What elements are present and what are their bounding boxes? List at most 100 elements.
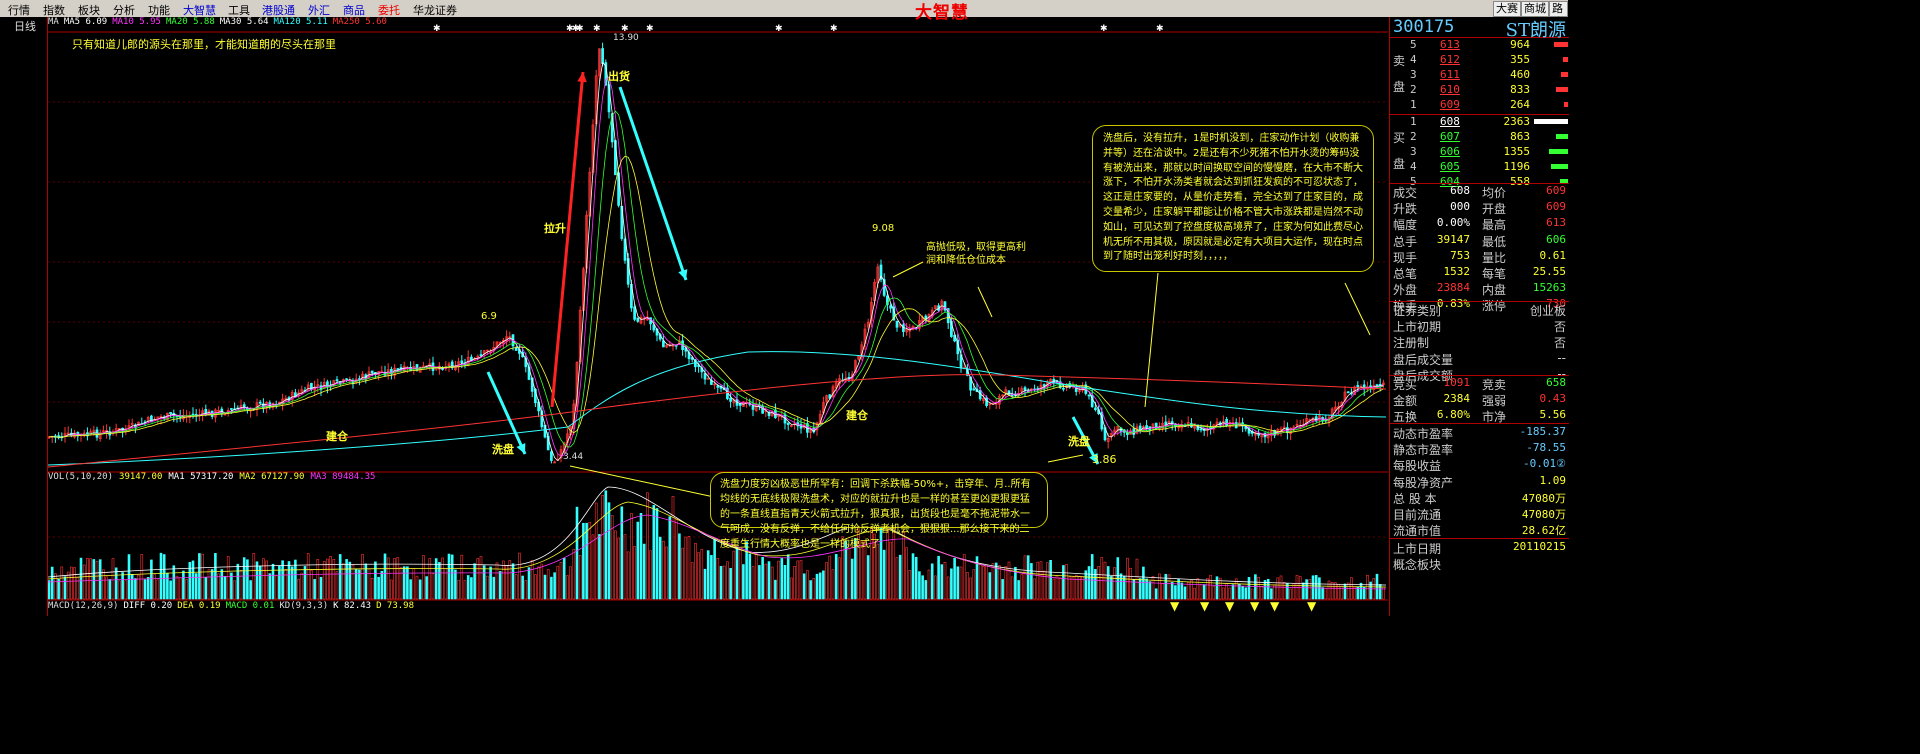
buy-level[interactable]: 2 607 863 xyxy=(1408,130,1569,145)
volume-bar xyxy=(1196,578,1200,600)
level-number: 4 xyxy=(1410,53,1417,66)
sell-level[interactable]: 1 609 264 xyxy=(1408,98,1569,113)
contest-button[interactable]: 大赛 xyxy=(1493,1,1521,17)
menu-item-analysis[interactable]: 分析 xyxy=(113,2,135,18)
callout-line xyxy=(1144,272,1159,408)
volume-bar xyxy=(518,552,521,600)
volume-bar xyxy=(1222,587,1225,600)
volume-bar xyxy=(591,534,595,600)
volume-bar xyxy=(322,561,326,600)
buy-level[interactable]: 4 605 1196 xyxy=(1408,160,1569,175)
menu-item-index[interactable]: 指数 xyxy=(43,2,65,18)
buy-level[interactable]: 3 606 1355 xyxy=(1408,145,1569,160)
level-volume: 355 xyxy=(1510,53,1530,66)
event-marker: ✱ xyxy=(1100,24,1108,34)
menu-item-tools[interactable]: 工具 xyxy=(228,2,250,18)
volume-bar xyxy=(73,567,76,600)
volume-bar xyxy=(1036,561,1040,600)
menu-item-commodity[interactable]: 商品 xyxy=(343,2,365,18)
volume-bar xyxy=(681,547,684,600)
volume-bar xyxy=(834,554,838,600)
menu-item-broker[interactable]: 华龙证券 xyxy=(413,2,457,18)
legend-item: MACD 0.01 xyxy=(225,601,275,611)
volume-bar xyxy=(514,574,518,600)
stat-label: 成交 xyxy=(1393,186,1418,200)
sell-level[interactable]: 5 613 964 xyxy=(1408,38,1569,53)
volume-bar xyxy=(143,579,147,600)
mall-button[interactable]: 商城 xyxy=(1521,1,1549,17)
volume-bar xyxy=(1090,554,1094,600)
volume-bar xyxy=(601,494,604,600)
left-pane xyxy=(0,17,48,616)
menu-item-forex[interactable]: 外汇 xyxy=(308,2,330,18)
level-price: 605 xyxy=(1440,160,1460,173)
volume-bar xyxy=(431,573,435,600)
legend-item: MA20 5.88 xyxy=(165,17,215,27)
volume-bar xyxy=(1190,579,1193,600)
sell-level[interactable]: 2 610 833 xyxy=(1408,83,1569,98)
volume-bar xyxy=(297,578,300,600)
menu-item-function[interactable]: 功能 xyxy=(148,2,170,18)
stat-value: 6.80% xyxy=(1436,408,1470,422)
volume-bar xyxy=(1122,576,1126,600)
volume-bar xyxy=(1001,579,1004,600)
volume-bar xyxy=(383,553,387,600)
volume-bar xyxy=(796,560,800,600)
level-price: 613 xyxy=(1440,38,1460,51)
volume-bar xyxy=(271,563,275,600)
candle-body xyxy=(703,373,707,380)
stat-label: 金额 xyxy=(1393,394,1418,409)
arrow-pull-up xyxy=(550,71,585,408)
menu-item-hk-connect[interactable]: 港股通 xyxy=(262,2,295,18)
stat-row: 注册制 否 xyxy=(1390,334,1569,350)
menu-item-quotes[interactable]: 行情 xyxy=(8,2,30,18)
volume-bar xyxy=(748,553,752,600)
volume-bar xyxy=(866,555,870,600)
buy-level[interactable]: 1 608 2363 xyxy=(1408,115,1569,130)
volume-bar xyxy=(1010,576,1014,600)
level-price: 607 xyxy=(1440,130,1460,143)
volume-bar xyxy=(108,579,112,600)
volume-bar xyxy=(716,557,720,600)
stat-row: 每股净资产 1.09 xyxy=(1390,474,1569,490)
sell-level[interactable]: 4 612 355 xyxy=(1408,53,1569,68)
volume-bar xyxy=(498,571,502,600)
signal-arrow: ▼ xyxy=(1270,599,1280,613)
volume-bar xyxy=(697,552,700,600)
volume-bar xyxy=(774,579,777,600)
period-label[interactable]: 日线 xyxy=(14,18,36,34)
volume-bar xyxy=(207,569,211,600)
level-volume-bar xyxy=(1534,119,1568,124)
volume-bar xyxy=(556,565,560,600)
volume-bar xyxy=(178,577,182,600)
volume-bar xyxy=(1199,584,1203,600)
callout-line xyxy=(1344,282,1371,336)
menu-item-dzh[interactable]: 大智慧 xyxy=(183,2,216,18)
volume-bar xyxy=(594,502,598,600)
volume-bar xyxy=(1212,585,1216,600)
stat-row: 金额 2384 强弱 0.43 xyxy=(1390,392,1569,409)
volume-bar xyxy=(1174,585,1177,600)
volume-bar xyxy=(242,557,246,600)
candle-body xyxy=(729,397,732,402)
volume-bar xyxy=(620,506,624,600)
stat-value: 1532 xyxy=(1443,265,1471,278)
level-volume: 1196 xyxy=(1503,160,1531,173)
volume-bar xyxy=(918,571,921,600)
menu-item-sector[interactable]: 板块 xyxy=(78,2,100,18)
volume-bar xyxy=(1148,581,1152,600)
volume-bar xyxy=(370,577,374,600)
sell-level[interactable]: 3 611 460 xyxy=(1408,68,1569,83)
volume-bar xyxy=(466,575,470,600)
volume-bar xyxy=(598,534,601,600)
roadshow-button[interactable]: 路演 xyxy=(1549,1,1568,29)
volume-bar xyxy=(489,566,492,600)
candle-body xyxy=(335,379,339,381)
volume-bar xyxy=(1276,577,1280,600)
menu-item-trade[interactable]: 委托 xyxy=(378,2,400,18)
volume-bar xyxy=(198,553,201,600)
volume-bar xyxy=(1023,555,1027,600)
arrow-pull-up-head xyxy=(577,72,587,83)
volume-bar xyxy=(287,561,291,600)
volume-bar xyxy=(425,576,428,600)
